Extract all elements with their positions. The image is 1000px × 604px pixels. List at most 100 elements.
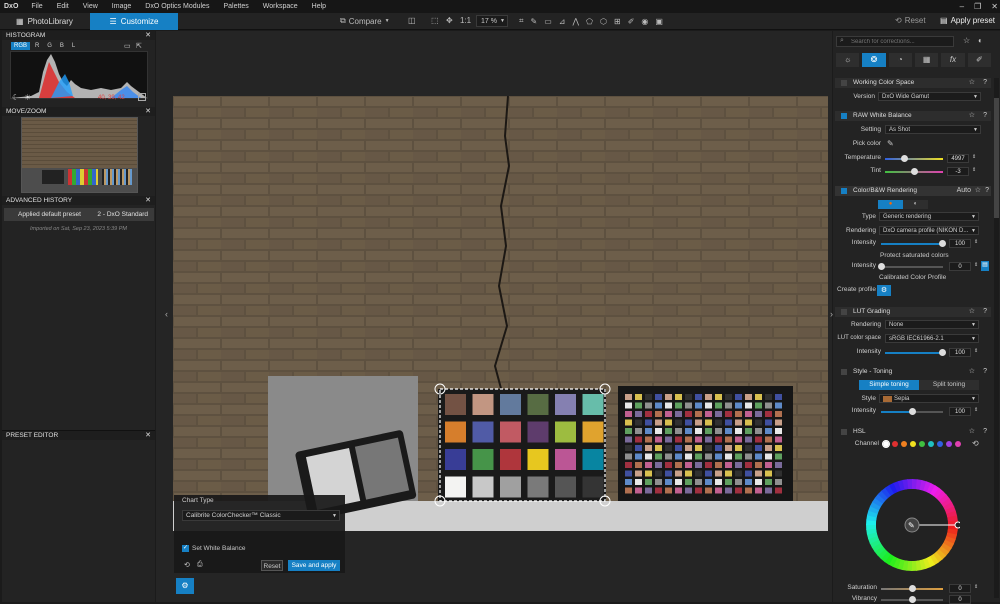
stepper-icon[interactable]: ⇕ — [974, 239, 978, 245]
protect-map-icon[interactable]: ▤ — [981, 261, 989, 271]
crop-icon[interactable]: ⌗ — [519, 16, 524, 26]
intensity-slider[interactable] — [881, 240, 946, 247]
style-intensity-slider[interactable] — [881, 408, 943, 415]
slider-knob[interactable] — [939, 349, 946, 356]
search-input[interactable] — [836, 36, 954, 47]
histo-tab-rgb[interactable]: RGB — [11, 42, 31, 50]
perspective-icon[interactable]: ⊿ — [559, 17, 566, 26]
stepper-icon[interactable]: ⇕ — [972, 167, 976, 173]
color-mode-icon[interactable]: ● — [878, 200, 903, 209]
moon-icon[interactable]: ☾ — [12, 93, 19, 102]
temperature-slider[interactable] — [885, 155, 943, 162]
eyedropper-icon[interactable]: ✎ — [887, 139, 894, 148]
effects-tab-icon[interactable]: fx — [941, 53, 965, 67]
apply-preset-button[interactable]: ▤ Apply preset — [940, 16, 995, 25]
auto-button[interactable]: Auto — [957, 186, 971, 196]
perspective-8pt-icon[interactable]: ⋀ — [572, 17, 579, 26]
menu-palettes[interactable]: Palettes — [216, 3, 255, 10]
menu-image[interactable]: Image — [105, 3, 138, 10]
panel-scrollbar[interactable] — [994, 78, 999, 598]
chart-reset-button[interactable]: Reset — [261, 560, 283, 571]
section-style-toning[interactable]: Style - Toning ☆ ? — [835, 367, 991, 377]
temperature-value[interactable]: 4997 — [947, 154, 969, 163]
square-icon[interactable] — [138, 93, 146, 101]
stepper-icon[interactable]: ⇕ — [972, 154, 976, 160]
stepper-icon[interactable]: ⇕ — [974, 348, 978, 354]
protect-intensity-slider[interactable] — [878, 263, 943, 270]
hsl-color-wheel[interactable]: ✎ — [864, 477, 962, 573]
help-icon[interactable]: ? — [985, 186, 989, 196]
rendering-select[interactable]: DxO camera profile (NIKON D... ▼ — [879, 226, 979, 235]
create-profile-icon[interactable]: ⚙ — [877, 285, 891, 296]
chart-type-select[interactable]: Calibrite ColorChecker™ Classic ▼ — [182, 510, 340, 521]
section-hsl[interactable]: HSL ☆ ? — [835, 427, 991, 437]
stepper-icon[interactable]: ⇕ — [974, 262, 978, 268]
slider-knob[interactable] — [878, 263, 885, 270]
bw-mode-icon[interactable]: ◐ — [903, 200, 928, 209]
slider-knob[interactable] — [901, 155, 908, 162]
set-white-balance-checkbox[interactable]: ✓ Set White Balance — [182, 545, 245, 552]
sun-icon[interactable]: ☀ — [24, 93, 31, 102]
repair-icon[interactable]: ✐ — [628, 17, 635, 26]
simple-toning-tab[interactable]: Simple toning — [859, 380, 919, 390]
help-icon[interactable]: ? — [983, 307, 987, 317]
channel-dot[interactable] — [955, 441, 961, 447]
star-icon[interactable]: ☆ — [969, 427, 975, 437]
channel-dot[interactable] — [892, 441, 898, 447]
section-color-bw-rendering[interactable]: Color/B&W Rendering Auto ☆ ? — [835, 186, 991, 196]
help-icon[interactable]: ? — [983, 367, 987, 377]
saturation-value[interactable]: 0 — [949, 584, 971, 593]
star-icon[interactable]: ☆ — [963, 36, 970, 45]
history-item[interactable]: Applied default preset 2 - DxO Standard — [4, 208, 154, 221]
channel-dot[interactable] — [937, 441, 943, 447]
star-icon[interactable]: ☆ — [969, 367, 975, 377]
histo-tab-g[interactable]: G — [44, 42, 55, 50]
fit-icon[interactable]: ⬚ — [431, 16, 439, 25]
split-toning-tab[interactable]: Split toning — [919, 380, 979, 390]
lut-intensity-slider[interactable] — [885, 349, 946, 356]
undo-icon[interactable]: ⟲ — [184, 561, 190, 569]
monitor-icon[interactable]: ▭ — [124, 42, 131, 50]
compare-button[interactable]: ⧉ Compare ▼ — [340, 16, 390, 26]
close-icon[interactable]: ✕ — [145, 107, 151, 116]
menu-file[interactable]: File — [24, 3, 49, 10]
minimize-icon[interactable]: – — [960, 2, 964, 11]
save-and-apply-button[interactable]: Save and apply — [288, 560, 340, 571]
split-view-icon[interactable]: ◫ — [408, 16, 416, 25]
tab-photolibrary[interactable]: ▦ PhotoLibrary — [8, 13, 90, 30]
ratio-button[interactable]: 1:1 — [460, 16, 471, 25]
menu-optics-modules[interactable]: DxO Optics Modules — [138, 3, 216, 10]
slider-knob[interactable] — [911, 168, 918, 175]
help-icon[interactable]: ? — [983, 78, 987, 88]
close-icon[interactable]: ✕ — [991, 2, 998, 11]
protect-value[interactable]: 0 — [949, 262, 971, 271]
menu-edit[interactable]: Edit — [50, 3, 76, 10]
channel-dot[interactable] — [919, 441, 925, 447]
star-icon[interactable]: ☆ — [969, 307, 975, 317]
reset-button[interactable]: ⟲ Reset — [895, 16, 926, 25]
expand-icon[interactable]: ⇱ — [136, 42, 142, 50]
reset-icon[interactable]: ⟲ — [972, 439, 979, 448]
save-icon[interactable]: ⎙ — [197, 561, 203, 569]
close-icon[interactable]: ✕ — [145, 31, 151, 40]
slider-knob[interactable] — [939, 240, 946, 247]
help-icon[interactable]: ? — [983, 111, 987, 121]
channel-dot[interactable] — [901, 441, 907, 447]
lut-intensity-value[interactable]: 100 — [949, 348, 971, 357]
channel-dot[interactable] — [928, 441, 934, 447]
move-icon[interactable]: ✥ — [446, 16, 453, 25]
vibrancy-slider[interactable] — [881, 596, 943, 603]
channel-dot[interactable] — [882, 440, 890, 448]
saturation-slider[interactable] — [881, 585, 943, 592]
maximize-icon[interactable]: ❐ — [974, 2, 981, 11]
section-working-color-space[interactable]: Working Color Space ☆ ? — [835, 78, 991, 88]
tab-customize[interactable]: ☰ Customize — [90, 13, 178, 30]
slider-knob[interactable] — [909, 408, 916, 415]
toggle-icon[interactable]: ◐ — [978, 36, 983, 45]
eyedropper-icon[interactable]: ✎ — [531, 17, 538, 26]
color-calibration-icon[interactable]: ⚙ — [176, 578, 194, 594]
version-select[interactable]: DxO Wide Gamut ▼ — [878, 92, 981, 101]
eye-icon[interactable]: ◉ — [641, 17, 648, 26]
menu-view[interactable]: View — [76, 3, 105, 10]
highlights-icon[interactable]: ▣ — [655, 17, 663, 26]
